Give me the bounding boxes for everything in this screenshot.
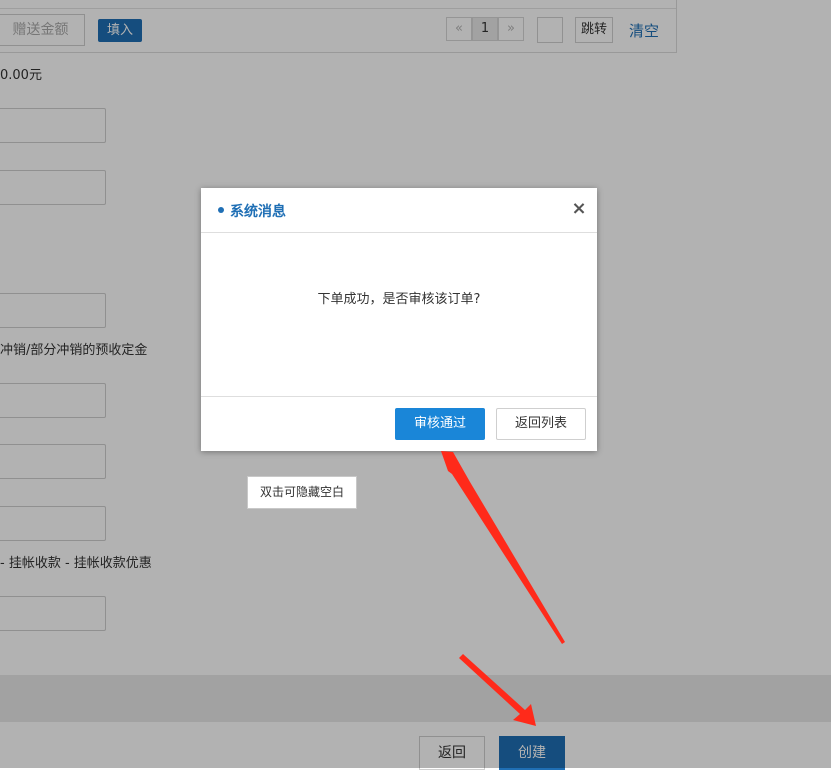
dialog-title: 系统消息 xyxy=(230,204,286,220)
system-message-dialog: 系统消息 × 下单成功，是否审核该订单? 审核通过 返回列表 xyxy=(201,188,597,451)
page: 赠送金额 填入 « 1 » 跳转 清空 0.00元 冲销/部分冲销的预收定金 -… xyxy=(0,0,831,770)
divider xyxy=(201,396,597,397)
return-list-button[interactable]: 返回列表 xyxy=(496,408,586,440)
dialog-message: 下单成功，是否审核该订单? xyxy=(317,292,481,307)
dialog-header: 系统消息 × xyxy=(201,188,597,233)
approve-button[interactable]: 审核通过 xyxy=(395,408,485,440)
bullet-icon xyxy=(218,207,224,213)
close-icon[interactable]: × xyxy=(571,199,587,219)
tooltip: 双击可隐藏空白 xyxy=(247,476,357,509)
